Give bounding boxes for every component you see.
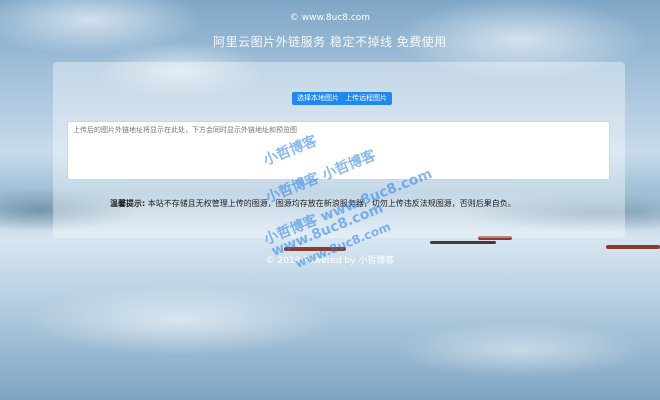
upload-remote-image-button[interactable]: 上传远程图片 <box>340 92 392 105</box>
page-subtitle: 阿里云图片外链服务 稳定不掉线 免费使用 <box>213 35 447 49</box>
boat-1 <box>284 247 346 251</box>
notice-label: 温馨提示: <box>110 199 146 208</box>
image-link-output[interactable] <box>67 121 610 180</box>
notice-text: 本站不存储且无权管理上传的图源，图源均存放在新浪服务器，切勿上传违反法规图源，否… <box>147 199 516 208</box>
select-local-image-button[interactable]: 选择本地图片 <box>292 92 344 105</box>
boat-4 <box>606 245 660 249</box>
footer-credit: © 2019 Powered by 小哲博客 <box>265 256 395 266</box>
boat-3 <box>430 241 496 244</box>
site-copyright: © www.8uc8.com <box>289 13 371 23</box>
notice: 温馨提示: 本站不存储且无权管理上传的图源，图源均存放在新浪服务器，切勿上传违反… <box>110 198 516 209</box>
